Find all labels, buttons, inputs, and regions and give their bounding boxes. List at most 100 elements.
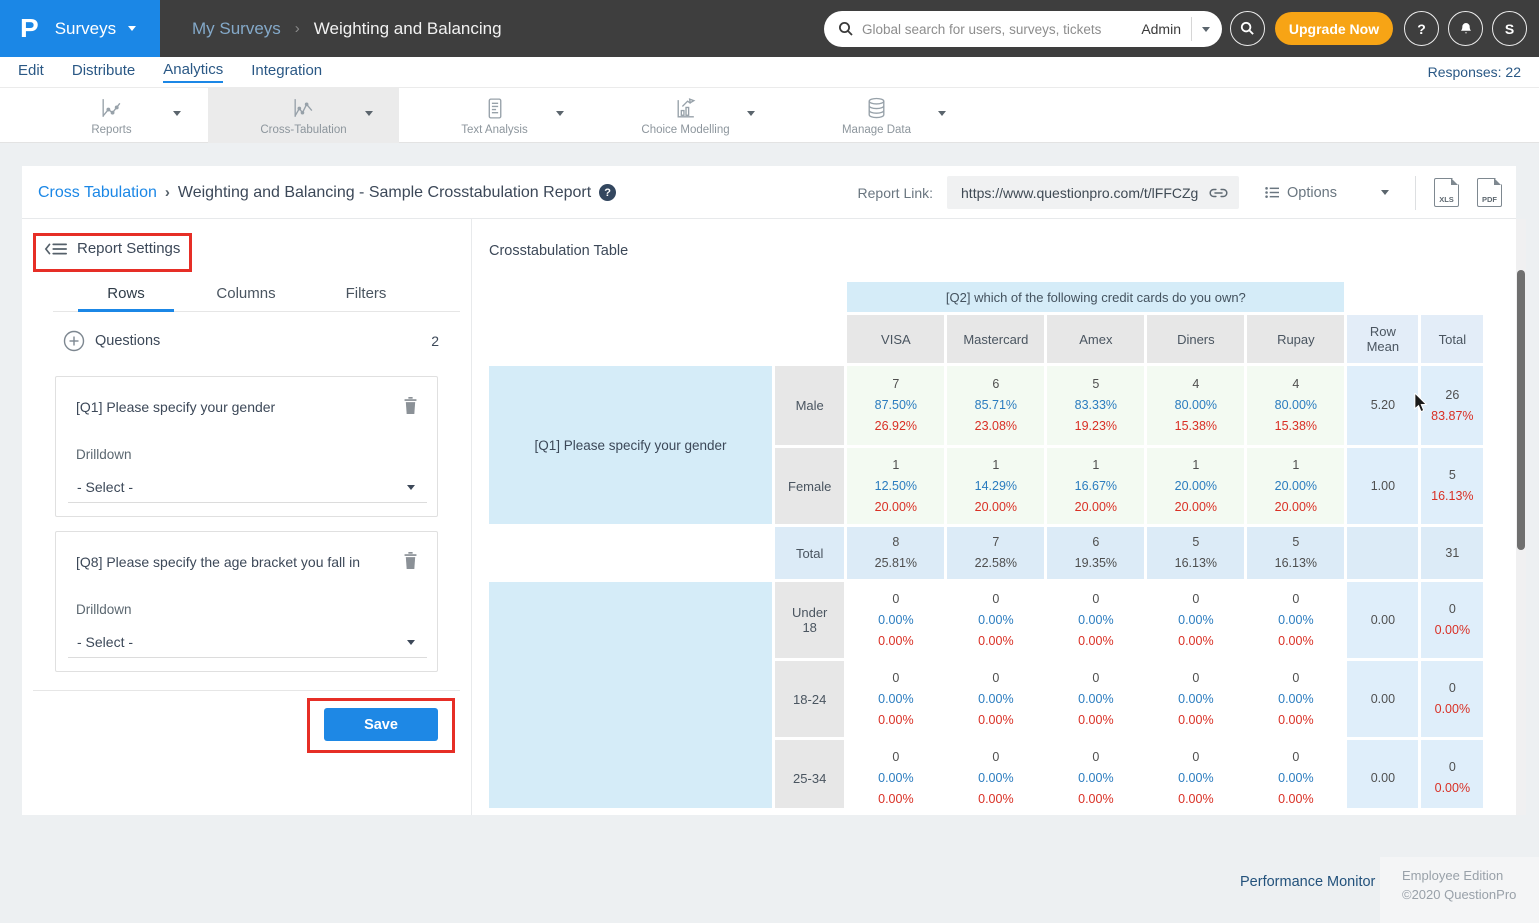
drilldown-select[interactable]: - Select -: [68, 473, 427, 503]
nav-edit[interactable]: Edit: [18, 62, 44, 82]
data-cell: 00.00%0.00%: [1247, 661, 1344, 737]
toolbar-text-analysis[interactable]: Text Analysis: [399, 88, 590, 143]
chevron-down-icon[interactable]: [1202, 27, 1210, 32]
tab-columns[interactable]: Columns: [196, 285, 296, 302]
analytics-toolbar: Reports Cross-Tabulation Text Analysis C…: [0, 88, 1539, 143]
cross-tab-chart-icon: [291, 96, 316, 121]
report-link-label: Report Link:: [858, 185, 933, 201]
nav-analytics[interactable]: Analytics: [163, 61, 223, 83]
nav-integration[interactable]: Integration: [251, 62, 322, 82]
chevron-down-icon: [128, 26, 136, 31]
crosstab-table-title: Crosstabulation Table: [489, 243, 628, 259]
chevron-down-icon[interactable]: [556, 111, 564, 116]
report-breadcrumb: Cross Tabulation › Weighting and Balanci…: [38, 166, 616, 219]
performance-monitor-link[interactable]: Performance Monitor: [1240, 874, 1375, 890]
folded-corner: [1495, 178, 1502, 185]
text-document-icon: [482, 96, 507, 121]
report-settings-label: Report Settings: [77, 240, 180, 257]
questions-count: 2: [431, 333, 439, 349]
data-cell: 516.13%: [1147, 527, 1244, 579]
options-label: Options: [1287, 185, 1337, 201]
search-button[interactable]: [1230, 11, 1265, 46]
column-header-row: VISA Mastercard Amex Diners Rupay Row Me…: [489, 315, 1483, 363]
data-cell: 516.13%: [1247, 527, 1344, 579]
data-cell: 00.00%0.00%: [947, 582, 1044, 658]
global-search: Admin: [824, 11, 1222, 47]
data-cell: 00.00%0.00%: [947, 661, 1044, 737]
data-cell: 00.00%0.00%: [847, 661, 944, 737]
toolbar-cross-tabulation[interactable]: Cross-Tabulation: [208, 88, 399, 143]
delete-question-icon[interactable]: [402, 551, 419, 570]
drilldown-label: Drilldown: [76, 602, 132, 617]
search-scope-selector[interactable]: Admin: [1141, 21, 1181, 37]
responses-count: Responses: 22: [1428, 64, 1521, 80]
pdf-label: PDF: [1478, 195, 1501, 204]
row-header: Male: [775, 366, 844, 445]
row-mean-cell: 5.20: [1347, 366, 1418, 445]
list-options-icon: [1265, 186, 1280, 199]
notifications-button[interactable]: [1448, 11, 1483, 46]
scrollbar-thumb[interactable]: [1517, 270, 1525, 550]
select-value: - Select -: [77, 634, 133, 650]
total-cell: 00.00%: [1421, 582, 1483, 658]
row-header: 25-34: [775, 740, 844, 808]
top-bar: P Surveys My Surveys › Weighting and Bal…: [0, 0, 1539, 57]
breadcrumb-my-surveys[interactable]: My Surveys: [192, 19, 281, 39]
search-icon: [1240, 21, 1255, 36]
data-cell: 619.35%: [1047, 527, 1144, 579]
options-menu[interactable]: Options: [1265, 185, 1337, 201]
search-input[interactable]: [862, 22, 1141, 37]
link-icon[interactable]: [1208, 186, 1229, 200]
product-menu[interactable]: P Surveys: [0, 0, 160, 57]
folded-corner: [1452, 178, 1459, 185]
row-mean-cell: 0.00: [1347, 582, 1418, 658]
question-title: [Q1] Please specify your gender: [76, 399, 386, 415]
row-mean-header: Row Mean: [1347, 315, 1418, 363]
data-cell: 787.50%26.92%: [847, 366, 944, 445]
chevron-down-icon[interactable]: [747, 111, 755, 116]
report-title: Weighting and Balancing - Sample Crossta…: [178, 184, 591, 202]
edition-line: Employee Edition: [1402, 866, 1539, 885]
report-link-field[interactable]: https://www.questionpro.com/t/lFFCZg: [947, 176, 1239, 209]
data-cell: 00.00%0.00%: [847, 740, 944, 808]
toolbar-choice-modelling[interactable]: Choice Modelling: [590, 88, 781, 143]
cross-tabulation-link[interactable]: Cross Tabulation: [38, 184, 157, 202]
export-pdf-button[interactable]: PDF: [1477, 178, 1502, 207]
avatar[interactable]: S: [1492, 11, 1527, 46]
row-header: 18-24: [775, 661, 844, 737]
column-header: VISA: [847, 315, 944, 363]
save-button[interactable]: Save: [324, 708, 438, 741]
chevron-down-icon[interactable]: [173, 111, 181, 116]
toolbar-reports[interactable]: Reports: [16, 88, 207, 143]
tab-filters[interactable]: Filters: [316, 285, 416, 302]
toolbar-manage-data[interactable]: Manage Data: [781, 88, 972, 143]
delete-question-icon[interactable]: [402, 396, 419, 415]
toolbar-label: Choice Modelling: [641, 124, 729, 136]
nav-distribute[interactable]: Distribute: [72, 62, 135, 82]
report-link-url[interactable]: https://www.questionpro.com/t/lFFCZg: [961, 185, 1208, 201]
add-question-icon[interactable]: [63, 330, 85, 352]
breadcrumb: My Surveys › Weighting and Balancing: [192, 0, 502, 57]
chevron-down-icon[interactable]: [1381, 190, 1389, 195]
product-menu-label: Surveys: [55, 19, 116, 39]
export-xls-button[interactable]: XLS: [1434, 178, 1459, 207]
drilldown-select[interactable]: - Select -: [68, 628, 427, 658]
help-button[interactable]: ?: [1404, 11, 1439, 46]
upgrade-now-button[interactable]: Upgrade Now: [1275, 12, 1393, 45]
search-icon: [838, 21, 854, 37]
report-settings-button[interactable]: Report Settings: [44, 240, 180, 257]
vertical-scrollbar[interactable]: [1516, 219, 1526, 815]
report-help-button[interactable]: ?: [599, 184, 616, 201]
toolbar-label: Manage Data: [842, 124, 911, 136]
chevron-down-icon[interactable]: [938, 111, 946, 116]
data-cell: 00.00%0.00%: [1147, 740, 1244, 808]
chevron-down-icon[interactable]: [365, 111, 373, 116]
tab-rows[interactable]: Rows: [76, 285, 176, 302]
chevron-down-icon: [407, 485, 415, 490]
table-row-total: Total 825.81% 722.58% 619.35% 516.13% 51…: [489, 527, 1483, 579]
q2-column-group-header: [Q2] which of the following credit cards…: [847, 282, 1344, 312]
data-cell: 685.71%23.08%: [947, 366, 1044, 445]
pane-divider: [471, 219, 472, 815]
help-glyph: ?: [1417, 21, 1426, 37]
collapse-menu-icon: [44, 241, 68, 257]
